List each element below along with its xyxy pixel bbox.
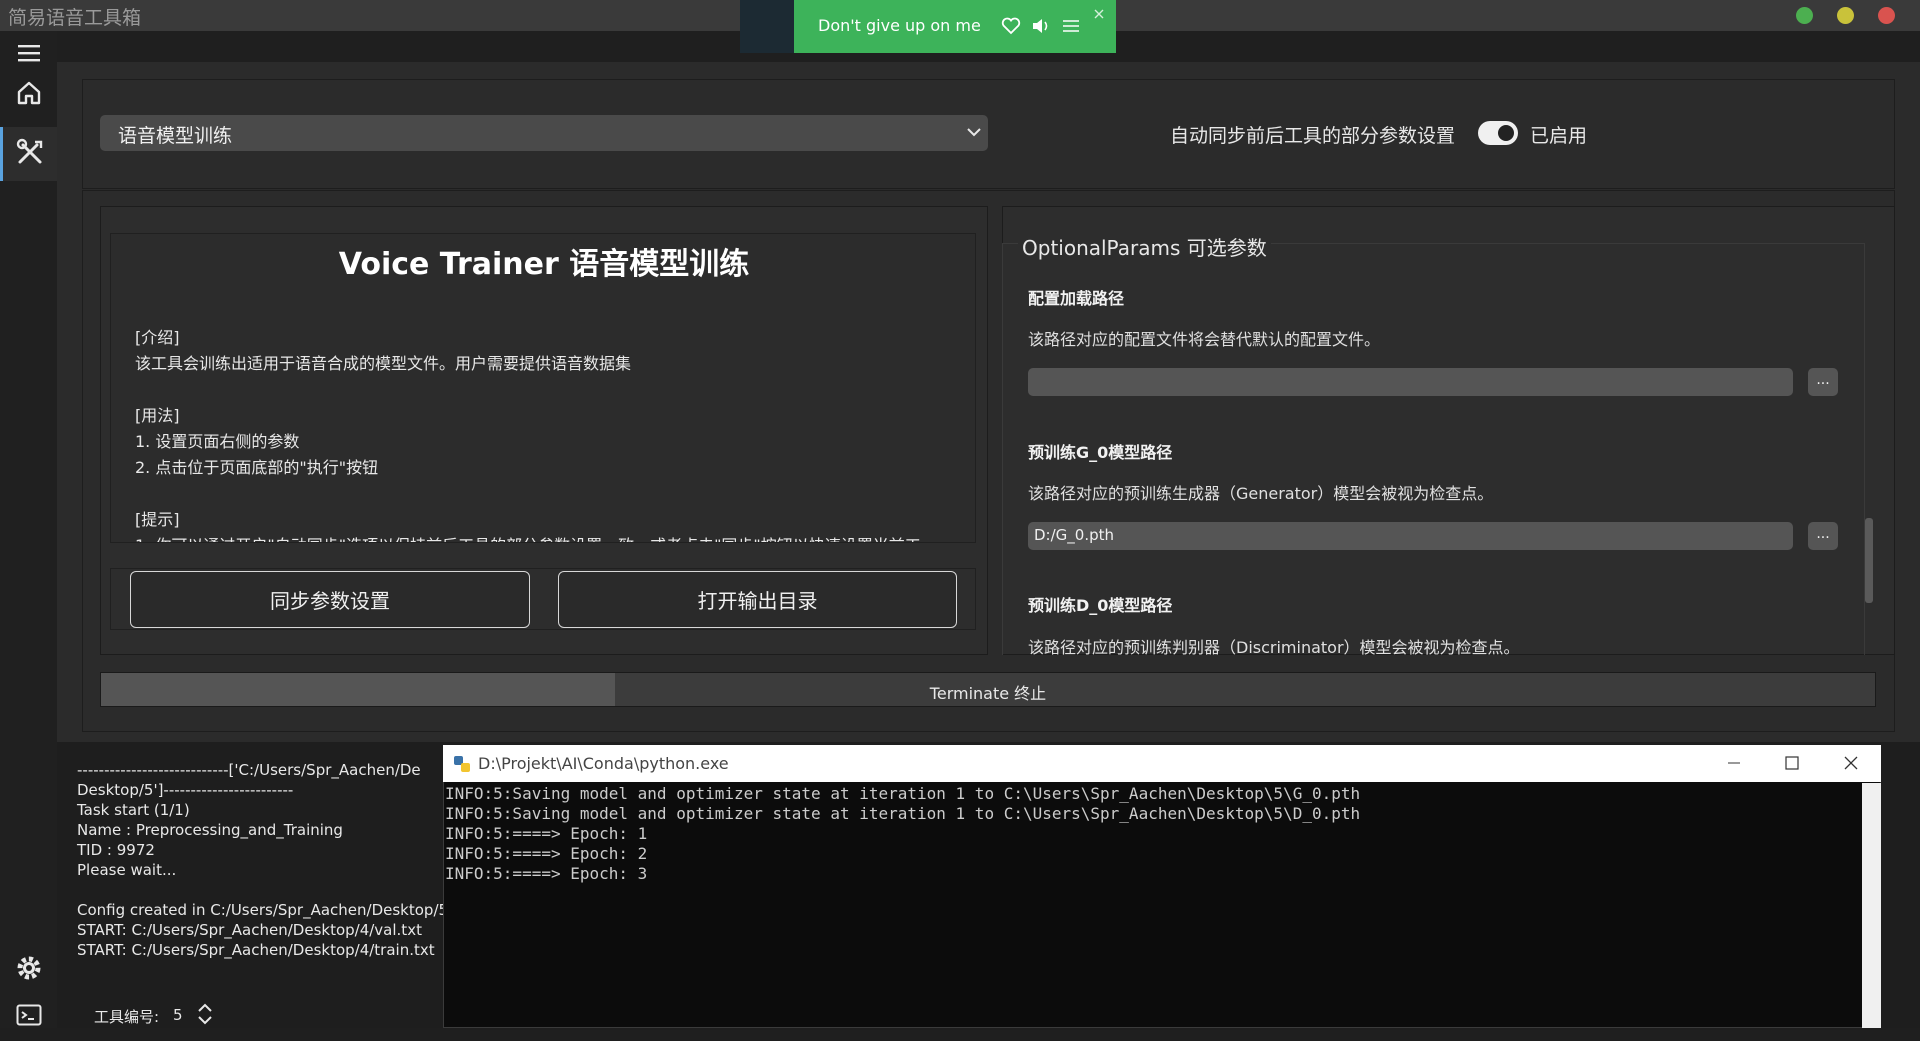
- tool-select-value: 语音模型训练: [118, 125, 233, 147]
- config-path-browse-button[interactable]: ...: [1808, 368, 1838, 396]
- description-line: 2. 点击位于页面底部的"执行"按钮: [135, 458, 379, 477]
- params-scrollbar[interactable]: [1865, 518, 1873, 603]
- optional-params-title: OptionalParams 可选参数: [1018, 232, 1271, 261]
- log-line: Please wait...: [77, 861, 177, 879]
- python-icon: [453, 755, 471, 777]
- open-output-button[interactable]: 打开输出目录: [558, 571, 957, 628]
- g0-path-label: 预训练G_0模型路径: [1028, 443, 1173, 462]
- log-line: START: C:/Users/Spr_Aachen/Desktop/4/val…: [77, 921, 422, 939]
- sidebar-item-terminal[interactable]: [0, 993, 57, 1041]
- sidebar-item-tools[interactable]: [0, 127, 57, 181]
- description-line: [提示]: [135, 510, 180, 529]
- console-line: INFO:5:====> Epoch: 2: [445, 844, 648, 863]
- config-path-input[interactable]: [1028, 368, 1793, 396]
- config-path-desc: 该路径对应的配置文件将会替代默认的配置文件。: [1028, 330, 1381, 349]
- log-line: Name : Preprocessing_and_Training: [77, 821, 343, 839]
- window-minimize-button[interactable]: [1837, 7, 1854, 24]
- sync-params-button[interactable]: 同步参数设置: [130, 571, 530, 628]
- maximize-icon[interactable]: [1784, 755, 1800, 775]
- d0-path-desc: 该路径对应的预训练判别器（Discriminator）模型会被视为检查点。: [1028, 638, 1520, 657]
- sidebar-item-home[interactable]: [0, 71, 57, 119]
- chevron-down-icon[interactable]: [966, 124, 982, 144]
- terminate-button[interactable]: Terminate 终止: [100, 680, 1876, 704]
- console-title: D:\Projekt\AI\Conda\python.exe: [478, 754, 729, 773]
- window-maximize-button[interactable]: [1796, 7, 1813, 24]
- sidebar-item-settings[interactable]: [0, 946, 57, 994]
- g0-path-browse-button[interactable]: ...: [1808, 522, 1838, 550]
- tool-number-value[interactable]: 5: [173, 1006, 183, 1024]
- config-path-label: 配置加载路径: [1028, 289, 1125, 308]
- close-icon[interactable]: [1843, 755, 1859, 775]
- g0-path-desc: 该路径对应的预训练生成器（Generator）模型会被视为检查点。: [1028, 484, 1494, 503]
- description-line: 1. 设置页面右侧的参数: [135, 432, 300, 451]
- gear-icon: [15, 954, 43, 986]
- description-box[interactable]: Voice Trainer 语音模型训练 [介绍] 该工具会训练出适用于语音合成…: [110, 233, 976, 543]
- album-art: [740, 0, 794, 53]
- toggle-knob: [1498, 125, 1514, 141]
- tools-icon: [15, 137, 45, 171]
- terminal-icon: [16, 1004, 42, 1030]
- song-title: Don't give up on me: [818, 16, 981, 35]
- g0-path-input[interactable]: D:/G_0.pth: [1028, 522, 1793, 550]
- description-line: 1. 你可以通过开启"自动同步"选项以保持前后工具的部分参数设置一致，或者点击"…: [135, 532, 921, 542]
- tool-number-label: 工具编号:: [94, 1008, 160, 1026]
- log-line: Config created in C:/Users/Spr_Aachen/De…: [77, 901, 449, 919]
- heart-icon[interactable]: [1001, 17, 1021, 39]
- description-line: [介绍]: [135, 328, 180, 347]
- log-line: START: C:/Users/Spr_Aachen/Desktop/4/tra…: [77, 941, 435, 959]
- toggle-state-label: 已启用: [1530, 125, 1588, 147]
- console-line: INFO:5:Saving model and optimizer state …: [445, 804, 1361, 823]
- console-line: INFO:5:====> Epoch: 1: [445, 824, 648, 843]
- volume-icon[interactable]: [1031, 17, 1051, 39]
- menu-icon: [17, 43, 41, 67]
- minimize-icon[interactable]: [1726, 755, 1742, 775]
- description-title: Voice Trainer 语音模型训练: [338, 247, 750, 282]
- sidebar: [0, 31, 57, 1028]
- auto-sync-label: 自动同步前后工具的部分参数设置: [1170, 125, 1456, 147]
- home-icon: [15, 79, 43, 111]
- console-scrollbar[interactable]: [1862, 783, 1881, 1028]
- description-line: 该工具会训练出适用于语音合成的模型文件。用户需要提供语音数据集: [135, 354, 632, 373]
- d0-path-label: 预训练D_0模型路径: [1028, 596, 1173, 615]
- log-line: ----------------------------['C:/Users/S…: [77, 761, 421, 779]
- close-icon[interactable]: [1093, 5, 1105, 24]
- window-close-button[interactable]: [1878, 7, 1895, 24]
- console-line: INFO:5:====> Epoch: 3: [445, 864, 648, 883]
- app-title: 简易语音工具箱: [8, 7, 142, 29]
- playlist-icon[interactable]: [1062, 17, 1080, 39]
- log-line: Task start (1/1): [77, 801, 190, 819]
- tool-select[interactable]: [100, 115, 988, 151]
- log-line: TID : 9972: [77, 841, 155, 859]
- description-line: [用法]: [135, 406, 180, 425]
- spinner-arrows-icon[interactable]: [196, 1002, 214, 1030]
- console-line: INFO:5:Saving model and optimizer state …: [445, 784, 1361, 803]
- log-line: Desktop/5']------------------------: [77, 781, 294, 799]
